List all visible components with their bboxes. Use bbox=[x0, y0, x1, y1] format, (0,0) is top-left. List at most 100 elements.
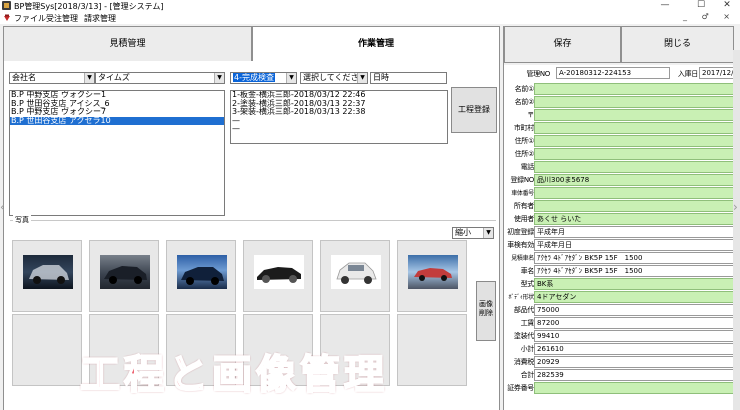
title-bar: BP管理Sys[2018/3/13] - [管理システム] — ☐ ✕ bbox=[0, 0, 740, 12]
user-field[interactable]: あくせ らいた bbox=[534, 213, 735, 225]
label-user: 使用者 bbox=[513, 215, 534, 223]
list-item-selected[interactable]: B.P 世田谷支店 アクセラ10 bbox=[10, 116, 224, 125]
address-1-field[interactable] bbox=[534, 135, 735, 147]
paint-cost-field[interactable]: 99410 bbox=[534, 330, 735, 342]
intake-date-field[interactable]: 2017/12/20 bbox=[699, 67, 735, 79]
choose-select[interactable]: 選択してくださ ▼ bbox=[300, 72, 368, 84]
photo-thumbnail[interactable] bbox=[12, 240, 82, 312]
label-address-2: 住所② bbox=[514, 150, 535, 158]
car-photo bbox=[23, 255, 73, 289]
list-item[interactable]: 3-架装-横浜三郎-2018/03/13 22:38 bbox=[231, 107, 447, 117]
photo-slot-empty[interactable] bbox=[397, 314, 467, 386]
subtotal-field[interactable]: 261610 bbox=[534, 343, 735, 355]
inspection-valid-field[interactable]: 平成年月日 bbox=[534, 239, 735, 251]
register-process-button[interactable]: 工程登録 bbox=[451, 87, 497, 133]
photo-thumbnail[interactable] bbox=[320, 240, 390, 312]
first-registration-field[interactable]: 平成年月 bbox=[534, 226, 735, 238]
labor-field[interactable]: 87200 bbox=[534, 317, 735, 329]
registration-no-field[interactable]: 品川300ま5678 bbox=[534, 174, 735, 186]
name-2-field[interactable] bbox=[534, 96, 735, 108]
address-2-field[interactable] bbox=[534, 148, 735, 160]
app-window: BP管理Sys[2018/3/13] - [管理システム] — ☐ ✕ ファイル… bbox=[0, 0, 740, 410]
owner-field[interactable] bbox=[534, 200, 735, 212]
photo-thumbnail[interactable] bbox=[166, 240, 236, 312]
label-subtotal: 小計 bbox=[520, 345, 535, 353]
label-city: 市町村 bbox=[513, 124, 534, 132]
close-window-button[interactable]: ✕ bbox=[716, 0, 738, 12]
estimate-car-name-field[interactable]: ｱｸｾﾗ 4ﾄﾞｱｾﾀﾞﾝ BK5P 15F 1500 bbox=[534, 252, 735, 264]
label-inspection-valid: 車検有効 bbox=[507, 241, 534, 249]
label-total: 合計 bbox=[520, 371, 535, 379]
maximize-button[interactable]: ☐ bbox=[690, 0, 712, 12]
window-title: BP管理Sys[2018/3/13] - [管理システム] bbox=[14, 2, 164, 11]
label-name-1: 名前① bbox=[514, 85, 535, 93]
label-registration-no: 登録NO bbox=[510, 176, 534, 184]
minimize-button[interactable]: — bbox=[654, 0, 676, 12]
label-address-1: 住所① bbox=[514, 137, 535, 145]
management-no-field[interactable]: A-20180312-224153 bbox=[556, 67, 670, 79]
chevron-left-icon[interactable]: ‹ bbox=[0, 200, 5, 214]
menu-bar: ファイル 受注管理 請求管理 _ ♂ × bbox=[0, 12, 740, 24]
model-field[interactable]: BK系 bbox=[534, 278, 735, 290]
menu-file[interactable]: ファイル bbox=[14, 13, 46, 24]
car-name-field[interactable]: ｱｸｾﾗ 4ﾄﾞｱｾﾀﾞﾝ BK5P 15F 1500 bbox=[534, 265, 735, 277]
photo-thumbnail[interactable] bbox=[89, 240, 159, 312]
datetime-field[interactable]: 日時 bbox=[370, 72, 447, 84]
tax-field[interactable]: 20929 bbox=[534, 356, 735, 368]
body-type-field[interactable]: 4ドアセダン bbox=[534, 291, 735, 303]
label-estimate-car-name: 見積車名 bbox=[511, 255, 534, 262]
store-select-value: タイムズ bbox=[98, 73, 130, 82]
label-owner: 所有者 bbox=[513, 202, 534, 210]
delete-photo-button[interactable]: 画像削除 bbox=[476, 281, 496, 341]
postal-field[interactable] bbox=[534, 109, 735, 121]
save-button[interactable]: 保存 bbox=[504, 26, 621, 63]
company-list[interactable]: B.P 中野支店 ヴォクシー1 B.P 世田谷支店 アイシス_6 B.P 中野支… bbox=[9, 90, 225, 216]
photo-slot-empty[interactable] bbox=[12, 314, 82, 386]
close-button[interactable]: 閉じる bbox=[621, 26, 734, 63]
chevron-right-icon[interactable]: › bbox=[733, 200, 738, 214]
label-phone: 電話 bbox=[520, 163, 535, 171]
detail-panel: 保存 閉じる 管理NO A-20180312-224153 入庫日 2017/1… bbox=[503, 26, 740, 410]
size-select[interactable]: 縮小 ▼ bbox=[452, 227, 494, 239]
process-list[interactable]: 1-板金-横浜三郎-2018/03/12 22:46 2-塗装-横浜三郎-201… bbox=[230, 90, 448, 144]
status-select-value: 4-完成検査 bbox=[233, 73, 275, 82]
list-item[interactable]: — bbox=[231, 116, 447, 126]
store-select[interactable]: タイムズ ▼ bbox=[95, 72, 225, 84]
chassis-no-field[interactable] bbox=[534, 187, 735, 199]
video-caption: 工程と画像管理 bbox=[79, 351, 388, 399]
car-photo bbox=[254, 255, 304, 289]
size-select-value: 縮小 bbox=[455, 228, 471, 237]
name-1-field[interactable] bbox=[534, 83, 735, 95]
car-photo bbox=[408, 255, 458, 289]
system-menu-icon[interactable] bbox=[3, 14, 11, 22]
photo-group-label: 写真 bbox=[13, 215, 31, 225]
mdi-controls[interactable]: _ ♂ × bbox=[683, 12, 736, 21]
label-management-no: 管理NO bbox=[526, 70, 550, 78]
company-select[interactable]: 会社名 ▼ bbox=[9, 72, 95, 84]
phone-field[interactable] bbox=[534, 161, 735, 173]
parts-cost-field[interactable]: 75000 bbox=[534, 304, 735, 316]
car-photo bbox=[177, 255, 227, 289]
tab-work[interactable]: 作業管理 bbox=[252, 26, 500, 62]
photo-thumbnail[interactable] bbox=[243, 240, 313, 312]
detail-form: 管理NO A-20180312-224153 入庫日 2017/12/20 名前… bbox=[504, 65, 735, 410]
list-item[interactable]: — bbox=[231, 124, 447, 134]
label-car-name: 車名 bbox=[520, 267, 535, 275]
city-field[interactable] bbox=[534, 122, 735, 134]
label-policy-no: 証券番号 bbox=[507, 384, 534, 392]
menu-billing[interactable]: 請求管理 bbox=[84, 13, 116, 24]
label-parts-cost: 部品代 bbox=[513, 306, 534, 314]
chevron-down-icon: ▼ bbox=[84, 73, 94, 83]
tab-estimates[interactable]: 見積管理 bbox=[3, 26, 252, 62]
app-icon bbox=[2, 1, 11, 10]
status-select[interactable]: 4-完成検査 ▼ bbox=[230, 72, 297, 84]
policy-no-field[interactable] bbox=[534, 382, 735, 394]
vertical-scrollbar[interactable] bbox=[733, 50, 740, 410]
photo-thumbnail[interactable] bbox=[397, 240, 467, 312]
label-intake-date: 入庫日 bbox=[677, 70, 698, 78]
total-field[interactable]: 282539 bbox=[534, 369, 735, 381]
label-paint-cost: 塗装代 bbox=[513, 332, 534, 340]
car-photo bbox=[331, 255, 381, 289]
menu-orders[interactable]: 受注管理 bbox=[46, 13, 78, 24]
label-body-type: ﾎﾞﾃﾞｨ形状 bbox=[508, 294, 534, 301]
